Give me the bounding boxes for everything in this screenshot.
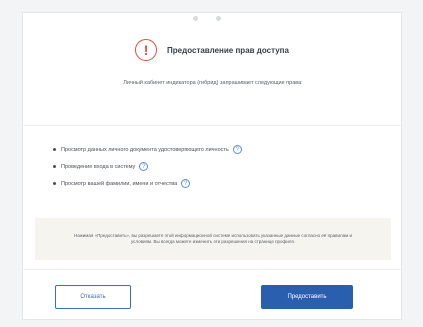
permission-label: Проведение входа в систему: [61, 163, 136, 170]
divider: [23, 269, 401, 270]
divider: [23, 125, 401, 126]
reject-button[interactable]: Отказать: [55, 285, 131, 309]
request-description: Личный кабинет индикатора (гибрид) запра…: [123, 80, 303, 86]
permission-list: Просмотр данных личного документа удосто…: [53, 141, 242, 192]
progress-dot: [193, 16, 198, 21]
permission-item: Проведение входа в систему ?: [53, 158, 242, 175]
permission-item: Просмотр вашей фамилии, имени и отчества…: [53, 175, 242, 192]
permission-label: Просмотр данных личного документа удосто…: [61, 146, 229, 153]
help-icon[interactable]: ?: [232, 145, 242, 154]
grant-button[interactable]: Предоставить: [261, 285, 353, 309]
dialog-header: ! Предоставление прав доступа: [23, 39, 401, 61]
page-title: Предоставление прав доступа: [167, 45, 289, 55]
progress-dot: [216, 16, 221, 21]
bullet: [53, 165, 56, 168]
permission-label: Просмотр вашей фамилии, имени и отчества: [61, 180, 178, 187]
notice-text: Нажимая «Предоставить», вы разрешаете эт…: [74, 232, 352, 245]
consent-notice: Нажимая «Предоставить», вы разрешаете эт…: [35, 218, 391, 260]
bullet: [53, 182, 56, 185]
consent-card: ! Предоставление прав доступа Личный каб…: [22, 12, 402, 320]
bullet: [53, 148, 56, 151]
help-icon[interactable]: ?: [181, 179, 191, 188]
help-icon[interactable]: ?: [139, 162, 149, 171]
permission-item: Просмотр данных личного документа удосто…: [53, 141, 242, 158]
progress-dots: [193, 16, 221, 21]
alert-icon: !: [135, 39, 158, 61]
